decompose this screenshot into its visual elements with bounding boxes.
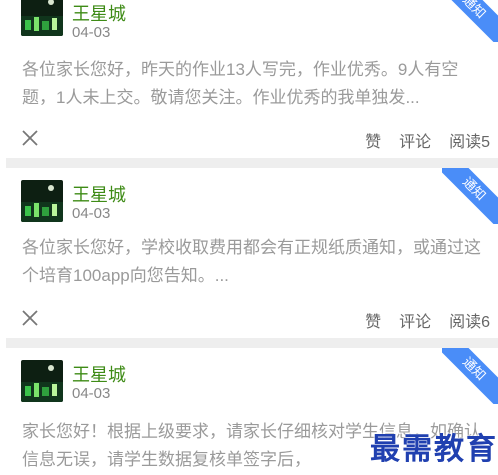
watermark-logo: 最需教育 xyxy=(370,432,498,467)
avatar[interactable] xyxy=(21,360,63,402)
close-icon xyxy=(22,310,38,326)
author-name[interactable]: 王星城 xyxy=(72,181,126,207)
close-button[interactable] xyxy=(20,128,40,148)
read-count[interactable]: 阅读6 xyxy=(449,308,490,332)
notice-card[interactable]: 王星城 04-03 各位家长您好，学校收取费用都会有正规纸质通知，或通过这个培育… xyxy=(6,168,498,338)
avatar[interactable] xyxy=(21,180,63,222)
notice-ribbon: 通知 xyxy=(442,348,498,404)
post-body[interactable]: 各位家长您好，昨天的作业13人写完，作业优秀。9人有空题，1人未上交。敬请您关注… xyxy=(22,56,484,112)
close-button[interactable] xyxy=(20,308,40,328)
post-actions: 赞 评论 阅读6 xyxy=(365,308,490,332)
author-name[interactable]: 王星城 xyxy=(72,0,126,26)
notice-ribbon: 通知 xyxy=(442,0,498,42)
post-actions: 赞 评论 阅读5 xyxy=(365,128,490,152)
card-divider xyxy=(6,158,498,168)
post-body[interactable]: 各位家长您好，学校收取费用都会有正规纸质通知，或通过这个培育100app向您告知… xyxy=(22,234,484,290)
notice-card[interactable]: 王星城 04-03 各位家长您好，昨天的作业13人写完，作业优秀。9人有空题，1… xyxy=(6,0,498,158)
ribbon-label: 通知 xyxy=(442,348,498,404)
post-date: 04-03 xyxy=(72,24,111,41)
notice-ribbon: 通知 xyxy=(442,168,498,224)
post-date: 04-03 xyxy=(72,205,111,222)
ribbon-label: 通知 xyxy=(442,0,498,42)
comment-button[interactable]: 评论 xyxy=(399,128,431,152)
read-count[interactable]: 阅读5 xyxy=(449,128,490,152)
like-button[interactable]: 赞 xyxy=(365,128,381,152)
card-divider xyxy=(6,338,498,348)
post-date: 04-03 xyxy=(72,385,111,402)
author-name[interactable]: 王星城 xyxy=(72,361,126,387)
ribbon-label: 通知 xyxy=(442,168,498,224)
avatar[interactable] xyxy=(21,0,63,36)
close-icon xyxy=(22,130,38,146)
like-button[interactable]: 赞 xyxy=(365,308,381,332)
comment-button[interactable]: 评论 xyxy=(399,308,431,332)
